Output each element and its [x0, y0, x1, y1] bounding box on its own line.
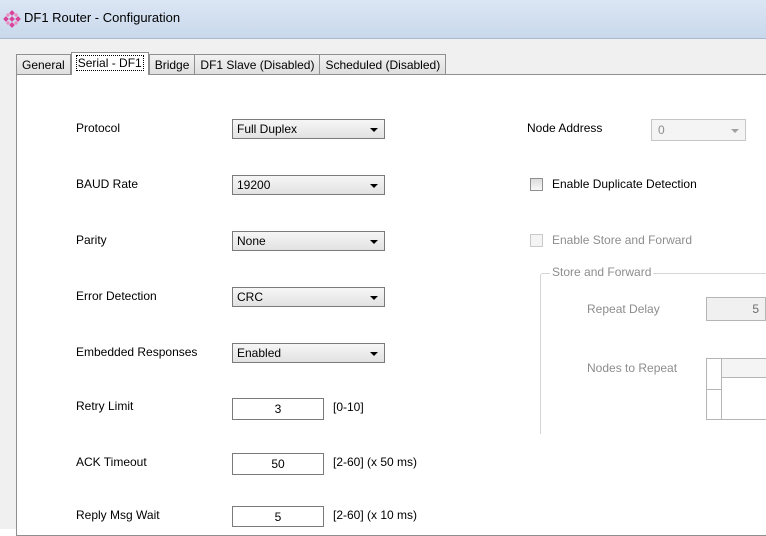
node-address-value: 0	[658, 123, 665, 137]
grid-column-divider	[721, 377, 722, 419]
grid-header	[721, 359, 766, 378]
title-bar: DF1 Router - Configuration	[0, 0, 766, 39]
error-detection-select[interactable]: CRC	[232, 287, 385, 307]
retry-limit-label: Retry Limit	[76, 399, 134, 413]
chevron-down-icon	[731, 129, 739, 133]
tab-general[interactable]: General	[16, 54, 71, 75]
tab-bridge[interactable]: Bridge	[148, 54, 196, 75]
chevron-down-icon	[370, 184, 378, 188]
node-address-label: Node Address	[527, 121, 603, 135]
nodes-to-repeat-grid[interactable]	[706, 358, 766, 420]
baud-rate-select[interactable]: 19200	[232, 175, 385, 195]
node-address-select[interactable]: 0	[651, 119, 746, 141]
nodes-to-repeat-label: Nodes to Repeat	[587, 361, 678, 375]
retry-limit-input[interactable]: 3	[232, 398, 324, 420]
tab-scheduled[interactable]: Scheduled (Disabled)	[319, 54, 447, 75]
tab-df1-slave[interactable]: DF1 Slave (Disabled)	[194, 54, 321, 75]
reply-msg-wait-range: [2-60] (x 10 ms)	[333, 508, 418, 522]
protocol-select[interactable]: Full Duplex	[232, 119, 385, 139]
baud-rate-label: BAUD Rate	[76, 177, 139, 191]
embedded-responses-label: Embedded Responses	[76, 345, 198, 359]
grid-row-divider	[707, 389, 721, 390]
chevron-down-icon	[370, 296, 378, 300]
parity-select[interactable]: None	[232, 231, 385, 251]
embedded-responses-value: Enabled	[237, 346, 282, 360]
reply-msg-wait-label: Reply Msg Wait	[76, 508, 160, 522]
baud-rate-value: 19200	[237, 178, 271, 192]
store-and-forward-group-title: Store and Forward	[550, 265, 654, 279]
tab-strip: General Serial - DF1 Bridge DF1 Slave (D…	[16, 52, 447, 75]
embedded-responses-select[interactable]: Enabled	[232, 343, 385, 363]
tab-serial-df1[interactable]: Serial - DF1	[70, 52, 149, 75]
chevron-down-icon	[370, 128, 378, 132]
error-detection-label: Error Detection	[76, 289, 157, 303]
ack-timeout-label: ACK Timeout	[76, 455, 147, 469]
reply-msg-wait-input[interactable]: 5	[232, 506, 324, 527]
repeat-delay-label: Repeat Delay	[587, 302, 660, 316]
store-and-forward-label: Enable Store and Forward	[552, 233, 693, 247]
duplicate-detection-label: Enable Duplicate Detection	[552, 177, 697, 191]
retry-limit-range: [0-10]	[333, 400, 364, 414]
router-logo-icon	[3, 10, 21, 28]
parity-label: Parity	[76, 233, 107, 247]
repeat-delay-input[interactable]: 5	[706, 297, 766, 321]
ack-timeout-input[interactable]: 50	[232, 453, 324, 475]
error-detection-value: CRC	[237, 290, 263, 304]
protocol-label: Protocol	[76, 121, 121, 135]
chevron-down-icon	[370, 240, 378, 244]
parity-value: None	[237, 234, 266, 248]
ack-timeout-range: [2-60] (x 50 ms)	[333, 455, 418, 469]
chevron-down-icon	[370, 352, 378, 356]
window-title: DF1 Router - Configuration	[24, 10, 181, 25]
duplicate-detection-checkbox[interactable]	[530, 178, 543, 191]
store-and-forward-checkbox[interactable]	[530, 234, 543, 247]
protocol-value: Full Duplex	[237, 122, 298, 136]
